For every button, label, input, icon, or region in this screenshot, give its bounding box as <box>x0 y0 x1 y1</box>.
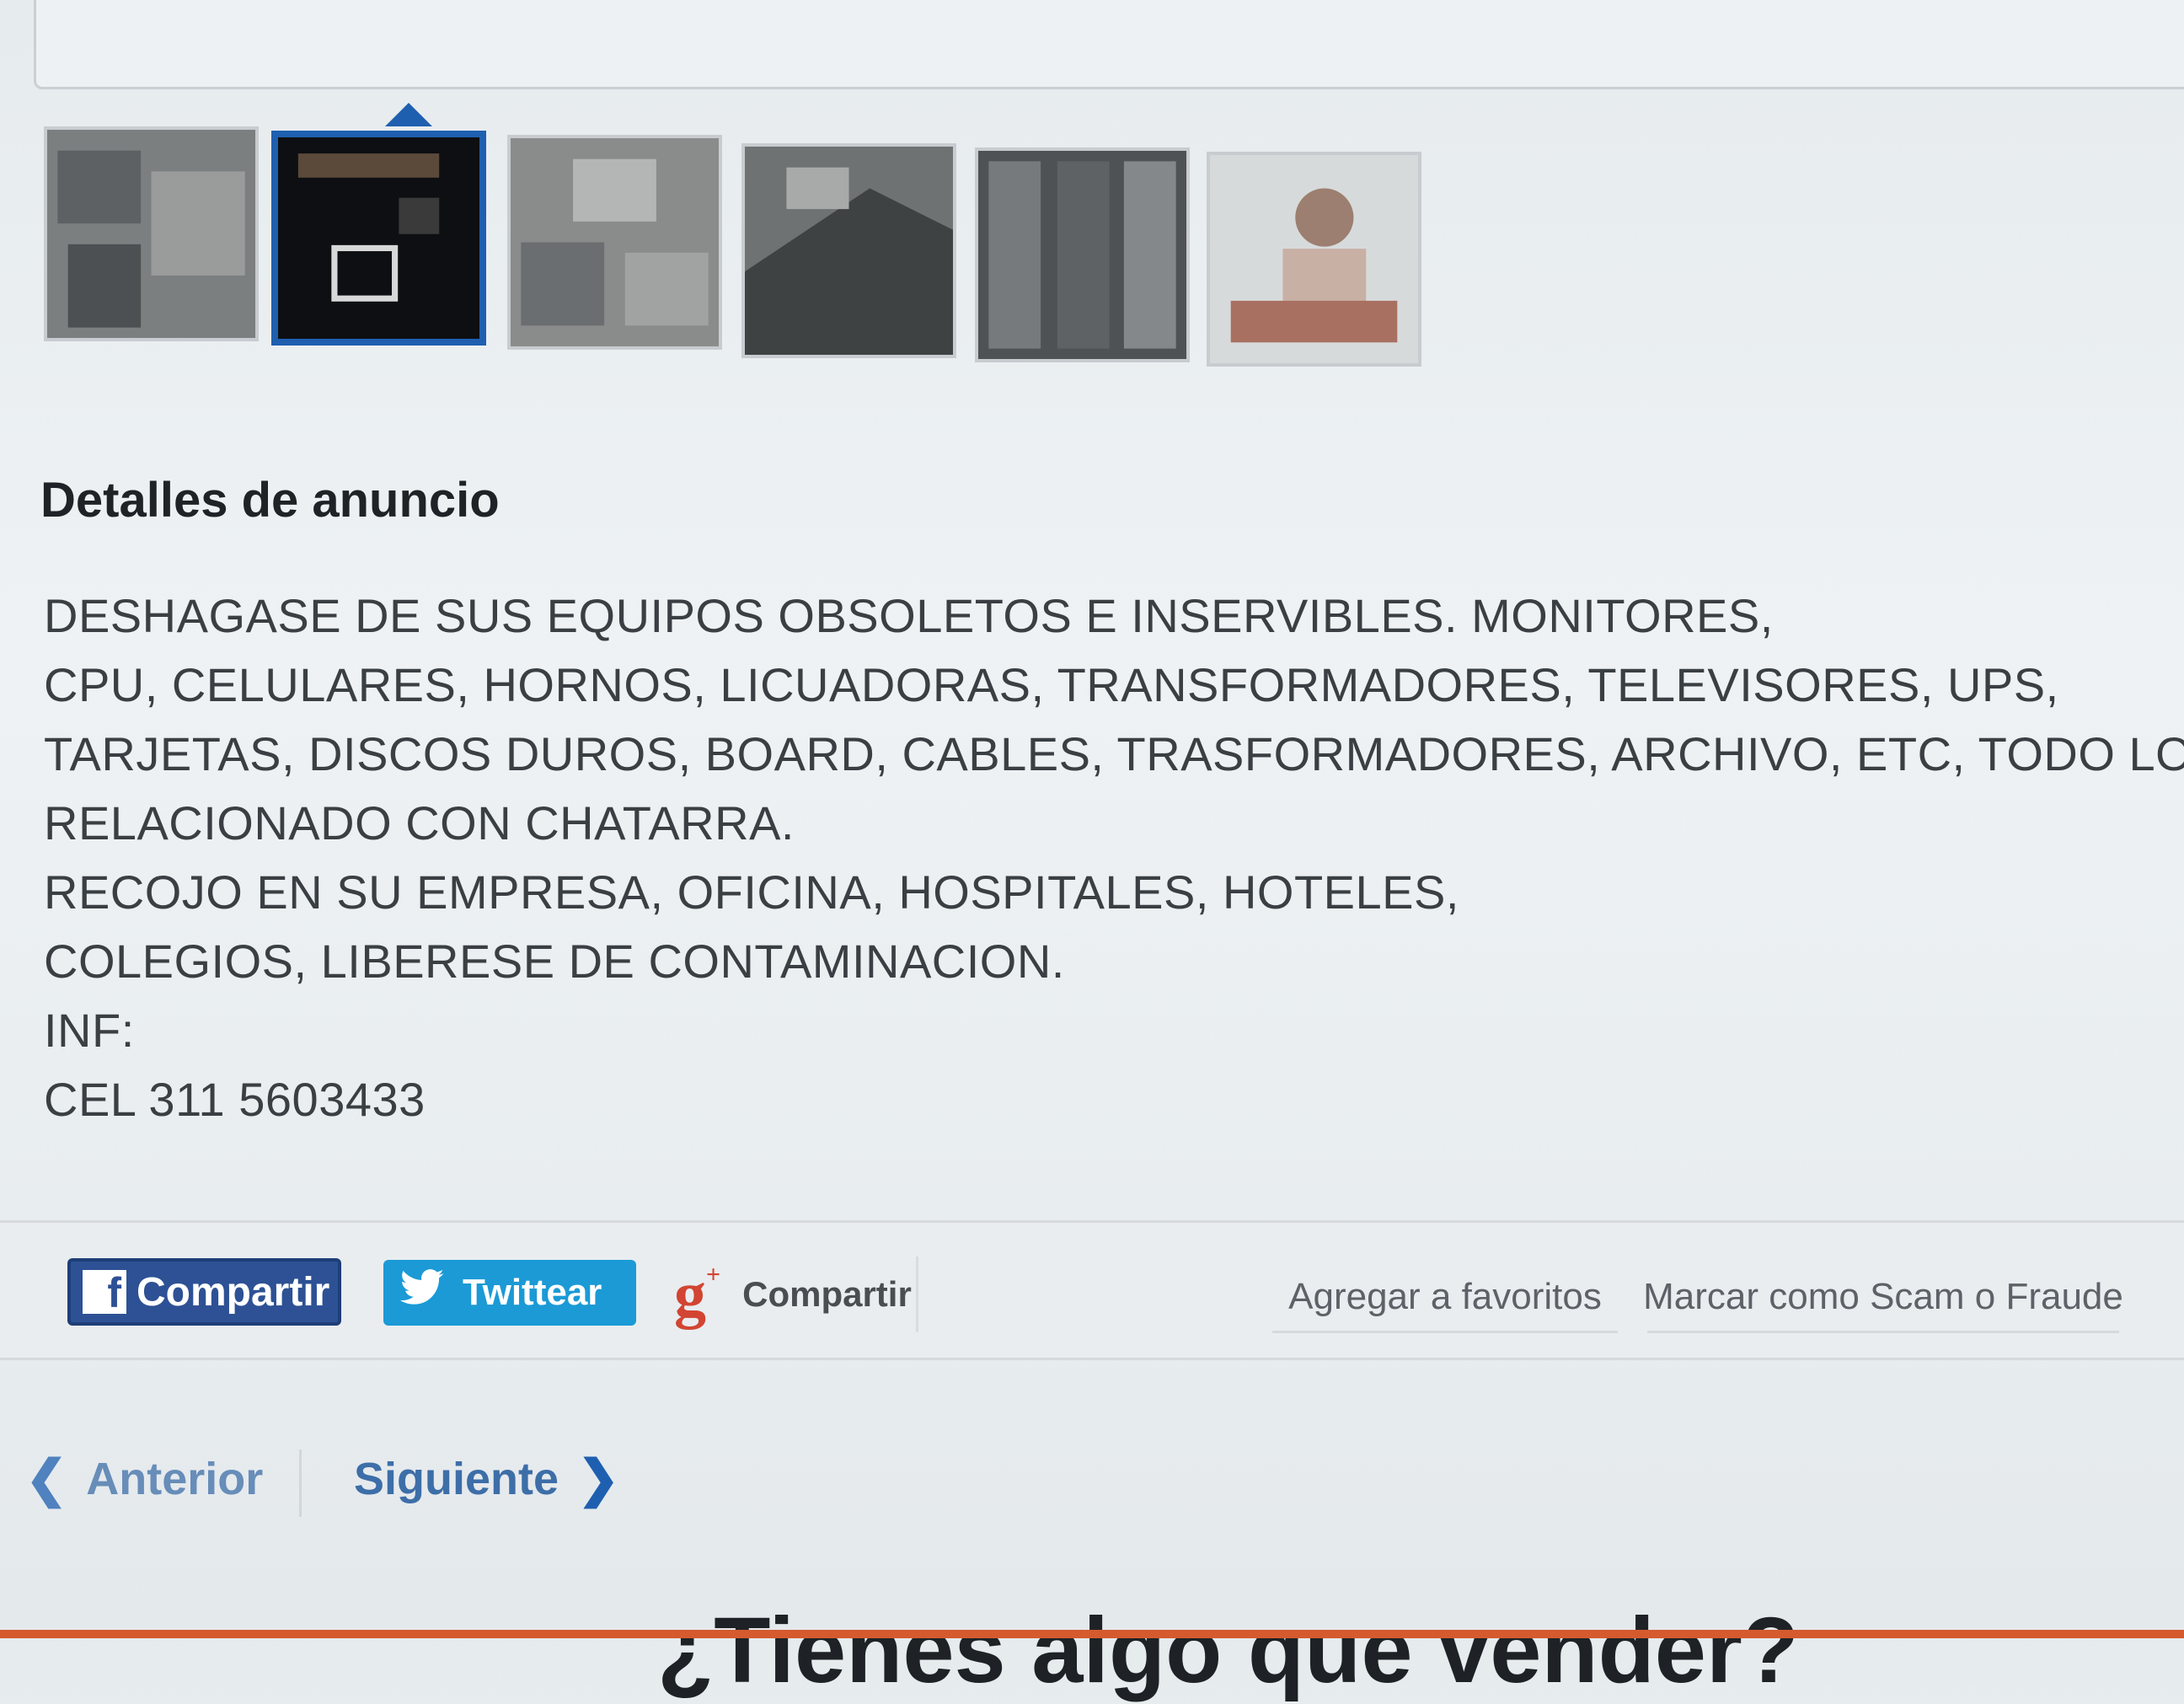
pager-divider <box>299 1449 302 1517</box>
sell-prompt-heading: ¿Tienes algo que vender? <box>657 1599 1799 1702</box>
thumbnail-3[interactable] <box>507 135 722 350</box>
description-line: DESHAGASE DE SUS EQUIPOS OBSOLETOS E INS… <box>44 589 1774 642</box>
twitter-bird-icon <box>399 1268 446 1318</box>
twitter-share-button[interactable]: Twittear <box>383 1260 636 1326</box>
google-plus-icon: g+ <box>674 1259 721 1330</box>
description-line: RECOJO EN SU EMPRESA, OFICINA, HOSPITALE… <box>44 865 1459 919</box>
thumbnail-5[interactable] <box>975 147 1190 362</box>
report-fraud-link[interactable]: Marcar como Scam o Fraude <box>1643 1263 2123 1333</box>
gplus-share-button[interactable]: g+ Compartir <box>666 1257 918 1332</box>
next-label: Siguiente <box>354 1454 559 1504</box>
thumbnail-2-selected[interactable] <box>271 131 486 346</box>
footer-accent-strip <box>0 1630 2184 1638</box>
facebook-icon: f <box>83 1270 126 1314</box>
phone-number: CEL 311 5603433 <box>44 1073 426 1126</box>
details-heading: Detalles de anuncio <box>40 473 500 528</box>
twitter-share-label: Twittear <box>463 1272 602 1313</box>
description-line: INF: <box>44 1004 135 1057</box>
share-bar: f Compartir Twittear g+ Compartir Agrega… <box>0 1220 2184 1360</box>
facebook-share-label: Compartir <box>136 1269 330 1315</box>
chevron-right-icon: ❯ <box>577 1450 620 1507</box>
thumbnail-1[interactable] <box>44 126 259 341</box>
thumbnail-6[interactable] <box>1207 152 1421 367</box>
facebook-share-button[interactable]: f Compartir <box>67 1258 341 1326</box>
description-line: COLEGIOS, LIBERESE DE CONTAMINACION. <box>44 935 1065 988</box>
gplus-share-label: Compartir <box>742 1274 912 1314</box>
thumbnail-4[interactable] <box>741 143 956 358</box>
description-line: RELACIONADO CON CHATARRA. <box>44 796 795 849</box>
previous-label: Anterior <box>86 1454 264 1504</box>
next-link[interactable]: Siguiente ❯ <box>354 1449 619 1508</box>
description-line: CPU, CELULARES, HORNOS, LICUADORAS, TRAN… <box>44 658 2059 711</box>
description-line: TARJETAS, DISCOS DUROS, BOARD, CABLES, T… <box>44 727 2184 780</box>
top-panel <box>34 0 2184 89</box>
selected-thumbnail-indicator <box>385 103 432 126</box>
chevron-left-icon: ❮ <box>25 1450 68 1507</box>
ad-description: DESHAGASE DE SUS EQUIPOS OBSOLETOS E INS… <box>44 581 2184 1134</box>
add-to-favorites-link[interactable]: Agregar a favoritos <box>1272 1263 1618 1333</box>
previous-link[interactable]: ❮ Anterior <box>25 1449 263 1508</box>
